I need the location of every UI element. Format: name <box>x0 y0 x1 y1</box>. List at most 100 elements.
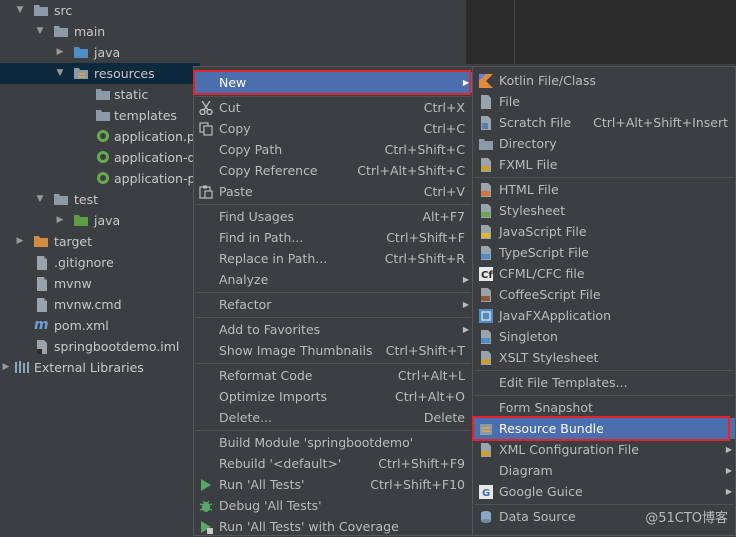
menu-separator <box>195 363 471 364</box>
expand-arrow-icon[interactable]: ▼ <box>54 63 66 84</box>
project-tree[interactable]: ▼ src ▼ main ▶ java ▼ resources static t… <box>0 0 200 530</box>
tree-item-java[interactable]: ▶ java <box>0 42 200 63</box>
file-icon <box>36 277 50 291</box>
menu-item-label: Data Source <box>499 509 576 524</box>
menu-item-label: Copy Reference <box>219 163 318 178</box>
expand-arrow-icon[interactable]: ▼ <box>34 21 46 42</box>
menu-item-find-usages[interactable]: Find Usages Alt+F7 <box>194 206 472 227</box>
menu-item-copy-reference[interactable]: Copy Reference Ctrl+Alt+Shift+C <box>194 160 472 181</box>
submenu-item-javascript-file[interactable]: JavaScript File <box>473 221 735 242</box>
menu-item-label: JavaScript File <box>499 224 587 239</box>
menu-item-debug-all-tests[interactable]: Debug 'All Tests' <box>194 495 472 516</box>
menu-item-new[interactable]: New ▶ <box>194 72 472 93</box>
expand-arrow-icon[interactable]: ▼ <box>34 189 46 210</box>
menu-item-copy-path[interactable]: Copy Path Ctrl+Shift+C <box>194 139 472 160</box>
submenu-item-scratch-file[interactable]: Scratch File Ctrl+Alt+Shift+Insert <box>473 112 735 133</box>
menu-item-label: CoffeeScript File <box>499 287 601 302</box>
menu-item-analyze[interactable]: Analyze ▶ <box>194 269 472 290</box>
folder-icon <box>34 4 48 16</box>
submenu-item-typescript-file[interactable]: TypeScript File <box>473 242 735 263</box>
collapse-arrow-icon[interactable]: ▶ <box>54 210 66 231</box>
menu-item-copy[interactable]: Copy Ctrl+C <box>194 118 472 139</box>
menu-item-replace-in-path[interactable]: Replace in Path... Ctrl+Shift+R <box>194 248 472 269</box>
submenu-item-edit-file-templates[interactable]: Edit File Templates... <box>473 372 735 393</box>
menu-item-run-with-coverage[interactable]: Run 'All Tests' with Coverage <box>194 516 472 537</box>
menu-item-reformat-code[interactable]: Reformat Code Ctrl+Alt+L <box>194 365 472 386</box>
tree-item-application-dev[interactable]: application-de <box>0 147 200 168</box>
submenu-item-diagram[interactable]: Diagram ▶ <box>473 460 735 481</box>
tree-item-static[interactable]: static <box>0 84 200 105</box>
collapse-arrow-icon[interactable]: ▶ <box>0 357 12 378</box>
tree-item-application-properties[interactable]: application.pr <box>0 126 200 147</box>
tree-item-label: java <box>94 45 121 60</box>
tree-item-label: main <box>74 24 106 39</box>
source-folder-icon <box>74 46 88 58</box>
tree-item-gitignore[interactable]: .gitignore <box>0 252 200 273</box>
menu-item-cut[interactable]: Cut Ctrl+X <box>194 97 472 118</box>
submenu-item-xml-configuration-file[interactable]: XML Configuration File ▶ <box>473 439 735 460</box>
tree-item-application-prod[interactable]: application-pr <box>0 168 200 189</box>
menu-item-label: Copy Path <box>219 142 283 157</box>
menu-item-shortcut: Ctrl+Alt+Shift+Insert <box>593 115 728 130</box>
menu-item-rebuild[interactable]: Rebuild '<default>' Ctrl+Shift+F9 <box>194 453 472 474</box>
javafx-icon <box>479 309 493 323</box>
paste-icon <box>199 185 213 199</box>
menu-item-refactor[interactable]: Refactor ▶ <box>194 294 472 315</box>
tree-item-mvnw-cmd[interactable]: mvnw.cmd <box>0 294 200 315</box>
menu-separator <box>195 317 471 318</box>
css-file-icon <box>479 204 493 218</box>
submenu-item-resource-bundle[interactable]: Resource Bundle <box>473 418 735 439</box>
submenu-item-fxml-file[interactable]: FXML File <box>473 154 735 175</box>
submenu-item-xslt-stylesheet[interactable]: XSLT Stylesheet <box>473 347 735 368</box>
menu-item-label: HTML File <box>499 182 559 197</box>
menu-item-shortcut: Ctrl+Shift+R <box>384 251 465 266</box>
menu-item-label: Paste <box>219 184 253 199</box>
menu-item-label: Directory <box>499 136 557 151</box>
file-icon <box>36 256 50 270</box>
submenu-item-directory[interactable]: Directory <box>473 133 735 154</box>
menu-item-delete[interactable]: Delete... Delete <box>194 407 472 428</box>
collapse-arrow-icon[interactable]: ▶ <box>54 42 66 63</box>
submenu-item-singleton[interactable]: Singleton <box>473 326 735 347</box>
submenu-item-javafx-application[interactable]: JavaFXApplication <box>473 305 735 326</box>
menu-item-label: Copy <box>219 121 251 136</box>
menu-item-label: Rebuild '<default>' <box>219 456 342 471</box>
tree-item-src[interactable]: ▼ src <box>0 0 200 21</box>
submenu-item-html-file[interactable]: HTML File <box>473 179 735 200</box>
menu-separator <box>195 204 471 205</box>
tree-item-label: mvnw.cmd <box>54 297 122 312</box>
xslt-file-icon <box>479 351 493 365</box>
expand-arrow-icon[interactable]: ▼ <box>14 0 26 21</box>
submenu-arrow-icon: ▶ <box>462 300 469 309</box>
submenu-item-file[interactable]: File <box>473 91 735 112</box>
menu-item-paste[interactable]: Paste Ctrl+V <box>194 181 472 202</box>
tree-item-target[interactable]: ▶ target <box>0 231 200 252</box>
menu-item-label: Refactor <box>219 297 272 312</box>
tree-item-external-libraries[interactable]: ▶ External Libraries <box>0 357 200 378</box>
menu-item-find-in-path[interactable]: Find in Path... Ctrl+Shift+F <box>194 227 472 248</box>
submenu-item-cfml-file[interactable]: Cf CFML/CFC file <box>473 263 735 284</box>
submenu-item-google-guice[interactable]: G Google Guice ▶ <box>473 481 735 502</box>
menu-item-show-image-thumbnails[interactable]: Show Image Thumbnails Ctrl+Shift+T <box>194 340 472 361</box>
tree-item-label: test <box>74 192 99 207</box>
menu-item-run-all-tests[interactable]: Run 'All Tests' Ctrl+Shift+F10 <box>194 474 472 495</box>
menu-item-add-to-favorites[interactable]: Add to Favorites ▶ <box>194 319 472 340</box>
menu-item-label: New <box>219 75 247 90</box>
tree-item-mvnw[interactable]: mvnw <box>0 273 200 294</box>
submenu-item-form-snapshot[interactable]: Form Snapshot <box>473 397 735 418</box>
tree-item-templates[interactable]: templates <box>0 105 200 126</box>
tree-item-resources[interactable]: ▼ resources <box>0 63 200 84</box>
tree-item-test-java[interactable]: ▶ java <box>0 210 200 231</box>
editor-area[interactable] <box>466 0 736 64</box>
tree-item-test[interactable]: ▼ test <box>0 189 200 210</box>
submenu-item-coffeescript-file[interactable]: CoffeeScript File <box>473 284 735 305</box>
tree-item-pom-xml[interactable]: m pom.xml <box>0 315 200 336</box>
menu-item-optimize-imports[interactable]: Optimize Imports Ctrl+Alt+O <box>194 386 472 407</box>
submenu-item-kotlin-file[interactable]: Kotlin File/Class <box>473 70 735 91</box>
menu-item-shortcut: Ctrl+Alt+Shift+C <box>357 163 465 178</box>
tree-item-main[interactable]: ▼ main <box>0 21 200 42</box>
submenu-item-stylesheet[interactable]: Stylesheet <box>473 200 735 221</box>
tree-item-springbootdemo-iml[interactable]: springbootdemo.iml <box>0 336 200 357</box>
collapse-arrow-icon[interactable]: ▶ <box>14 231 26 252</box>
menu-item-build-module[interactable]: Build Module 'springbootdemo' <box>194 432 472 453</box>
